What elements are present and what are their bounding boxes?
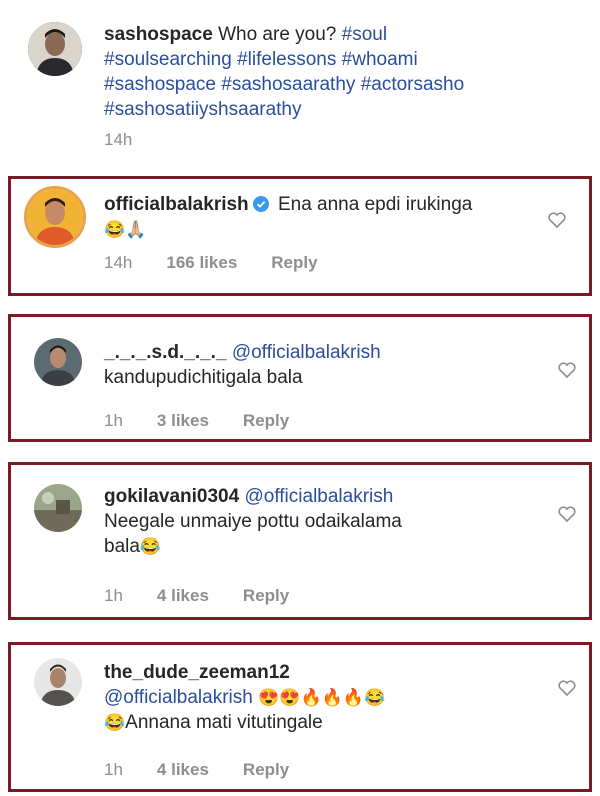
comment-time: 1h (104, 586, 123, 605)
comment-mention[interactable]: @officialbalakrish (244, 486, 393, 507)
comment-body: Annana mati vitutingale (125, 712, 323, 733)
comment-likes[interactable]: 4 likes (157, 586, 209, 606)
hashtag[interactable]: #soul (342, 24, 387, 45)
comment-text: _._._.s.d._._._ @officialbalakrish kandu… (104, 340, 544, 390)
comment-meta: 1h 3 likes Reply (104, 411, 289, 431)
hashtag[interactable]: #whoami (342, 49, 418, 70)
heart-outline-icon[interactable] (558, 506, 576, 522)
hashtag[interactable]: #sashosaarathy (221, 74, 355, 95)
reply-button[interactable]: Reply (243, 760, 289, 780)
reply-button[interactable]: Reply (243, 411, 289, 431)
hashtag[interactable]: #soulsearching (104, 49, 232, 70)
caption-meta: 14h (104, 130, 132, 150)
comment-meta: 1h 4 likes Reply (104, 760, 289, 780)
comment-username[interactable]: officialbalakrish (104, 194, 249, 215)
heart-outline-icon[interactable] (558, 680, 576, 696)
hashtag[interactable]: #sashospace (104, 74, 216, 95)
comment-emoji: 😍😍🔥🔥🔥😂 (258, 688, 386, 707)
heart-outline-icon[interactable] (558, 362, 576, 378)
verified-badge-icon (252, 196, 269, 212)
comment-body: Ena anna epdi irukinga (277, 194, 473, 215)
comment-avatar[interactable] (34, 484, 82, 532)
comment-text: gokilavani0304 @officialbalakrish Neegal… (104, 484, 544, 559)
comment-avatar[interactable] (34, 658, 82, 706)
comment-body: kandupudichitigala bala (104, 367, 303, 388)
comment-username[interactable]: the_dude_zeeman12 (104, 662, 290, 683)
caption-avatar[interactable] (28, 22, 82, 76)
heart-outline-icon[interactable] (548, 212, 566, 228)
comment-text: officialbalakrish Ena anna epdi irukinga… (104, 192, 534, 242)
comment-likes[interactable]: 3 likes (157, 411, 209, 431)
comment-emoji: 😂 (104, 713, 126, 732)
hashtag[interactable]: #sashosatiiyshsaarathy (104, 99, 302, 120)
comment-username[interactable]: _._._.s.d._._._ (104, 342, 227, 363)
comment-emoji: 😂 (139, 537, 162, 556)
comment-mention[interactable]: @officialbalakrish (104, 687, 253, 708)
reply-button[interactable]: Reply (243, 586, 289, 606)
comment-time: 14h (104, 253, 133, 272)
hashtag[interactable]: #lifelessons (237, 49, 336, 70)
caption-username[interactable]: sashospace (104, 24, 213, 45)
caption-text: sashospace Who are you? #soul #soulsearc… (104, 22, 524, 122)
hashtag[interactable]: #actorsasho (361, 74, 465, 95)
comment-meta: 1h 4 likes Reply (104, 586, 289, 606)
comment-avatar[interactable] (34, 338, 82, 386)
comment-time: 1h (104, 760, 123, 779)
reply-button[interactable]: Reply (271, 253, 317, 273)
comment-time: 1h (104, 411, 123, 430)
comment-mention[interactable]: @officialbalakrish (232, 342, 381, 363)
comment-meta: 14h 166 likes Reply (104, 253, 318, 273)
comment-likes[interactable]: 4 likes (157, 760, 209, 780)
comment-avatar[interactable] (24, 186, 86, 248)
comment-username[interactable]: gokilavani0304 (104, 486, 239, 507)
comment-body: Neegale unmaiye pottu odaikalama (104, 511, 402, 532)
comment-likes[interactable]: 166 likes (166, 253, 237, 273)
caption-time: 14h (104, 130, 133, 149)
comment-emoji: 😂🙏🏼 (104, 220, 147, 239)
comment-body-cont: bala (104, 536, 140, 557)
caption-body: Who are you? (218, 24, 337, 45)
comment-text: the_dude_zeeman12 @officialbalakrish 😍😍🔥… (104, 660, 544, 735)
